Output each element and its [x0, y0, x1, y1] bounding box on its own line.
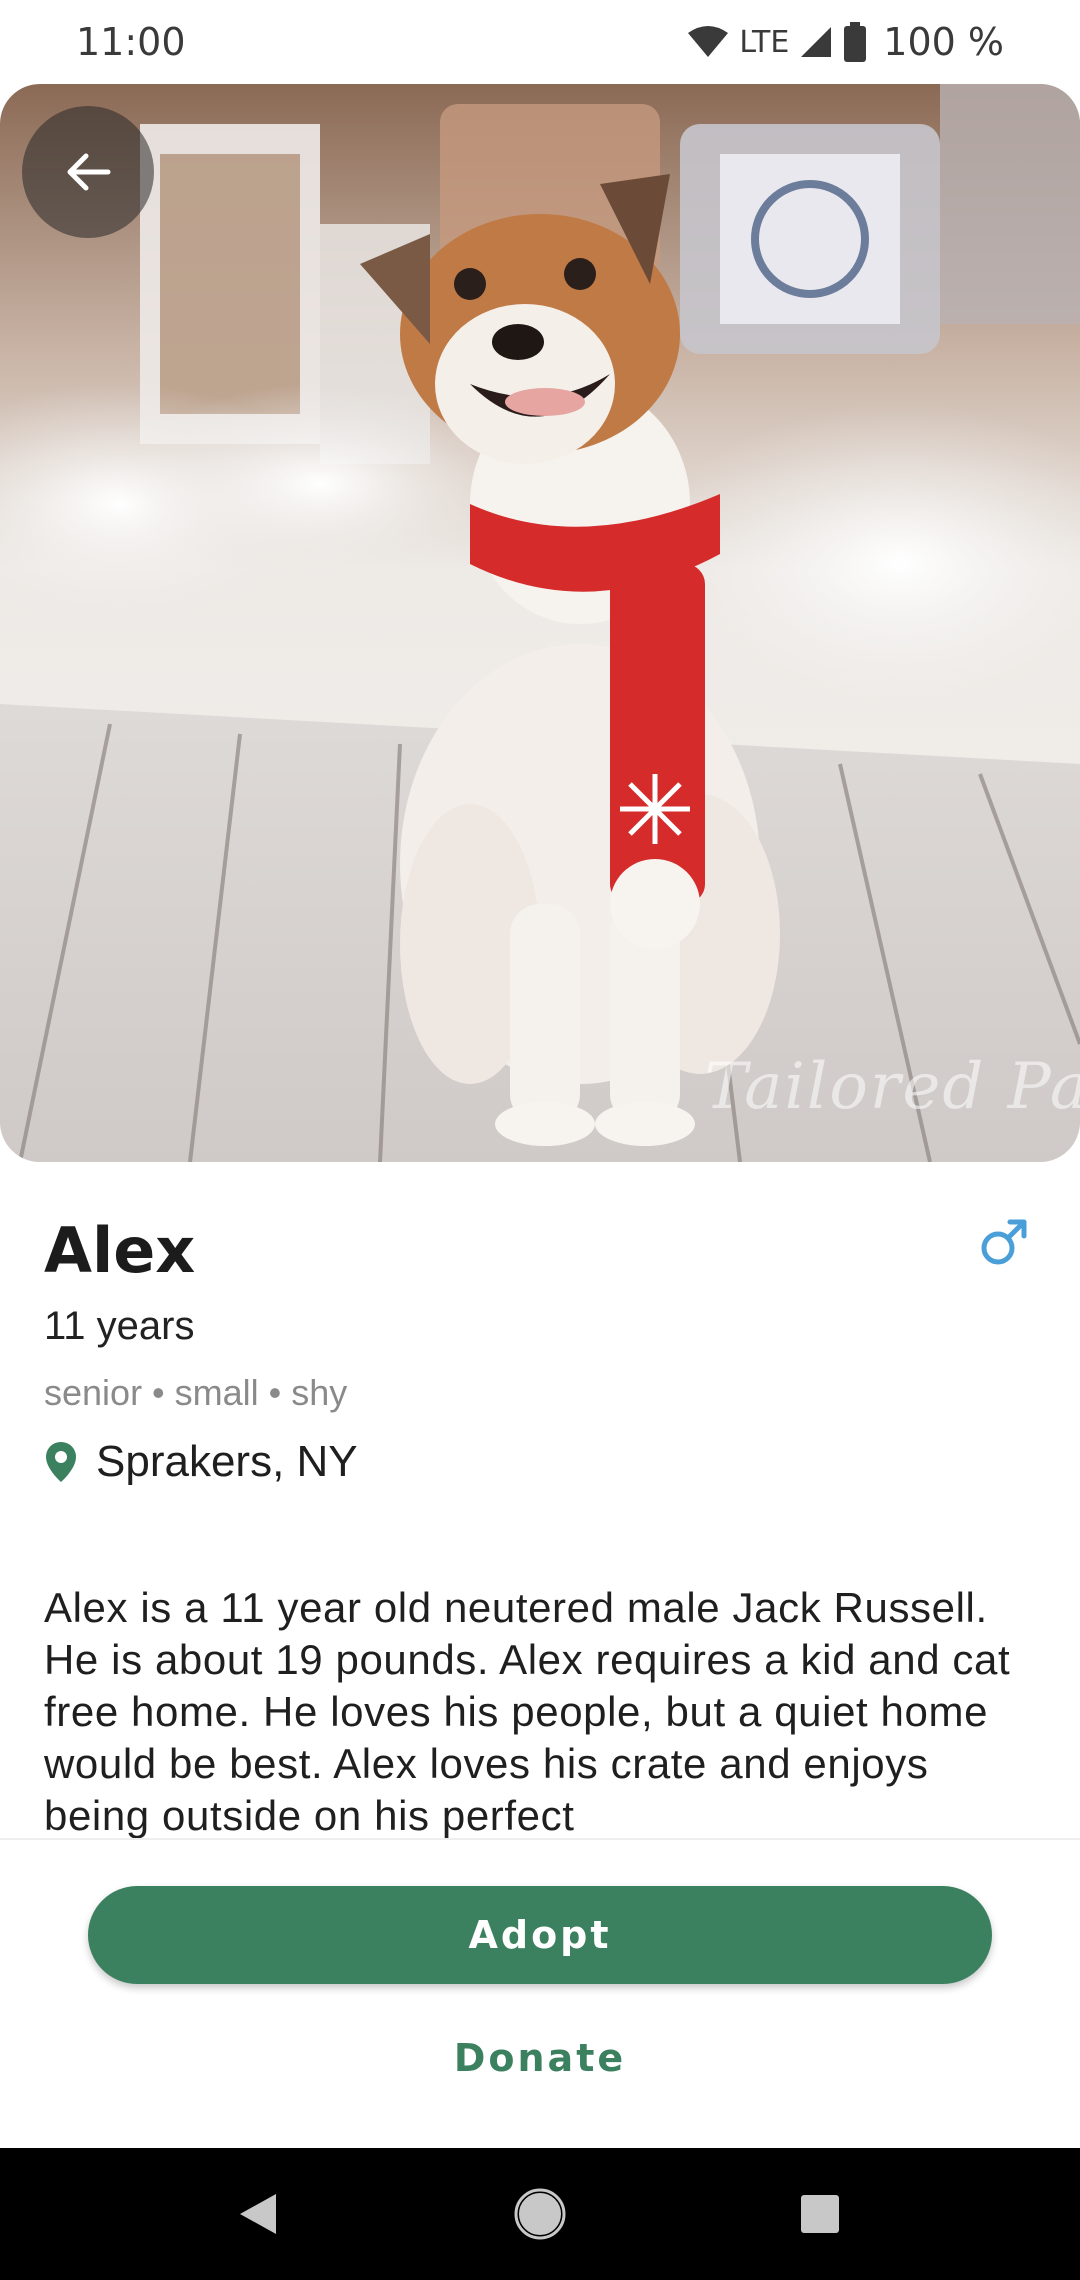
location-text: Sprakers, NY [96, 1437, 358, 1486]
nav-home-button[interactable] [510, 2184, 570, 2244]
nav-home-icon [514, 2188, 566, 2240]
wifi-icon [688, 26, 729, 57]
nav-recents-button[interactable] [790, 2184, 850, 2244]
nav-recents-icon [801, 2195, 839, 2233]
back-button[interactable] [22, 106, 154, 238]
male-icon [981, 1219, 1027, 1265]
pet-description: Alex is a 11 year old neutered male Jack… [44, 1584, 1011, 1839]
system-nav-bar [0, 2148, 1080, 2280]
pet-location: Sprakers, NY [44, 1434, 358, 1490]
nav-back-button[interactable] [228, 2184, 288, 2244]
dog-photo-illustration [0, 84, 1080, 1162]
battery-icon [844, 22, 867, 62]
adopt-button[interactable]: Adopt [88, 1886, 992, 1984]
location-pin-icon [46, 1442, 76, 1482]
battery-level: 100 % [883, 20, 1004, 64]
status-indicators: LTE 100 % [687, 18, 1004, 66]
donate-button[interactable]: Donate [390, 2020, 690, 2096]
pet-tags: senior • small • shy [44, 1372, 348, 1413]
action-sheet: Adopt Donate [0, 1838, 1080, 2148]
photo-watermark: Tailored Pa [704, 1050, 1080, 1124]
pet-photo [0, 84, 1080, 1162]
status-bar: 11:00 LTE 100 % [0, 0, 1080, 84]
status-time: 11:00 [76, 20, 186, 64]
arrow-back-icon [67, 153, 111, 191]
pet-age: 11 years [44, 1304, 195, 1348]
signal-icon [801, 27, 832, 57]
nav-back-icon [240, 2194, 276, 2234]
network-type: LTE [739, 24, 790, 60]
pet-name: Alex [44, 1214, 196, 1287]
pet-details: Alex 11 years senior • small • shy Sprak… [0, 1162, 1080, 1842]
